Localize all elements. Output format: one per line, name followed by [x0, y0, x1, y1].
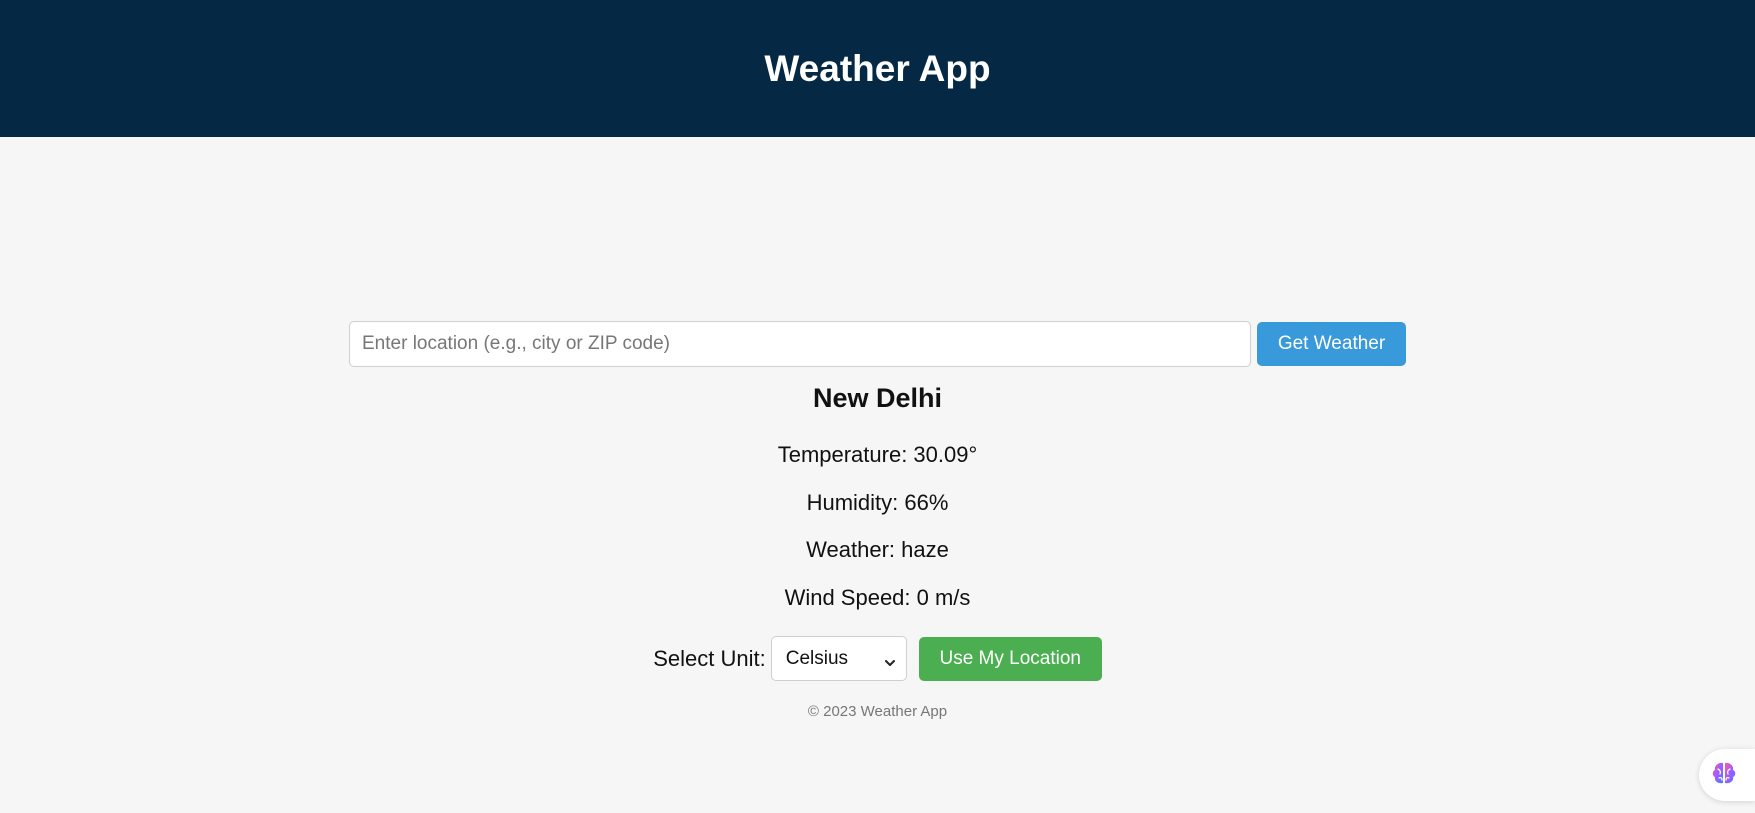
app-header: Weather App — [0, 0, 1755, 137]
humidity-text: Humidity: 66% — [806, 490, 949, 515]
weather-description-text: Weather: haze — [806, 537, 949, 562]
unit-select[interactable]: Celsius — [770, 636, 907, 681]
unit-controls: Select Unit: Celsius Use My Location — [0, 636, 1755, 681]
brain-icon — [1709, 758, 1739, 793]
extension-widget[interactable] — [1699, 749, 1755, 801]
location-search-input[interactable] — [349, 321, 1251, 367]
get-weather-button[interactable]: Get Weather — [1257, 322, 1406, 366]
search-bar: Get Weather — [349, 321, 1406, 367]
footer-copyright: © 2023 Weather App — [807, 703, 948, 720]
chevron-down-icon — [884, 653, 896, 666]
use-my-location-button[interactable]: Use My Location — [918, 636, 1102, 681]
city-name: New Delhi — [812, 383, 943, 413]
unit-select-value: Celsius — [785, 647, 849, 669]
page-title: Weather App — [764, 47, 991, 89]
wind-speed-text: Wind Speed: 0 m/s — [784, 585, 971, 610]
temperature-text: Temperature: 30.09° — [777, 442, 978, 467]
unit-select-label: Select Unit: — [653, 645, 766, 671]
